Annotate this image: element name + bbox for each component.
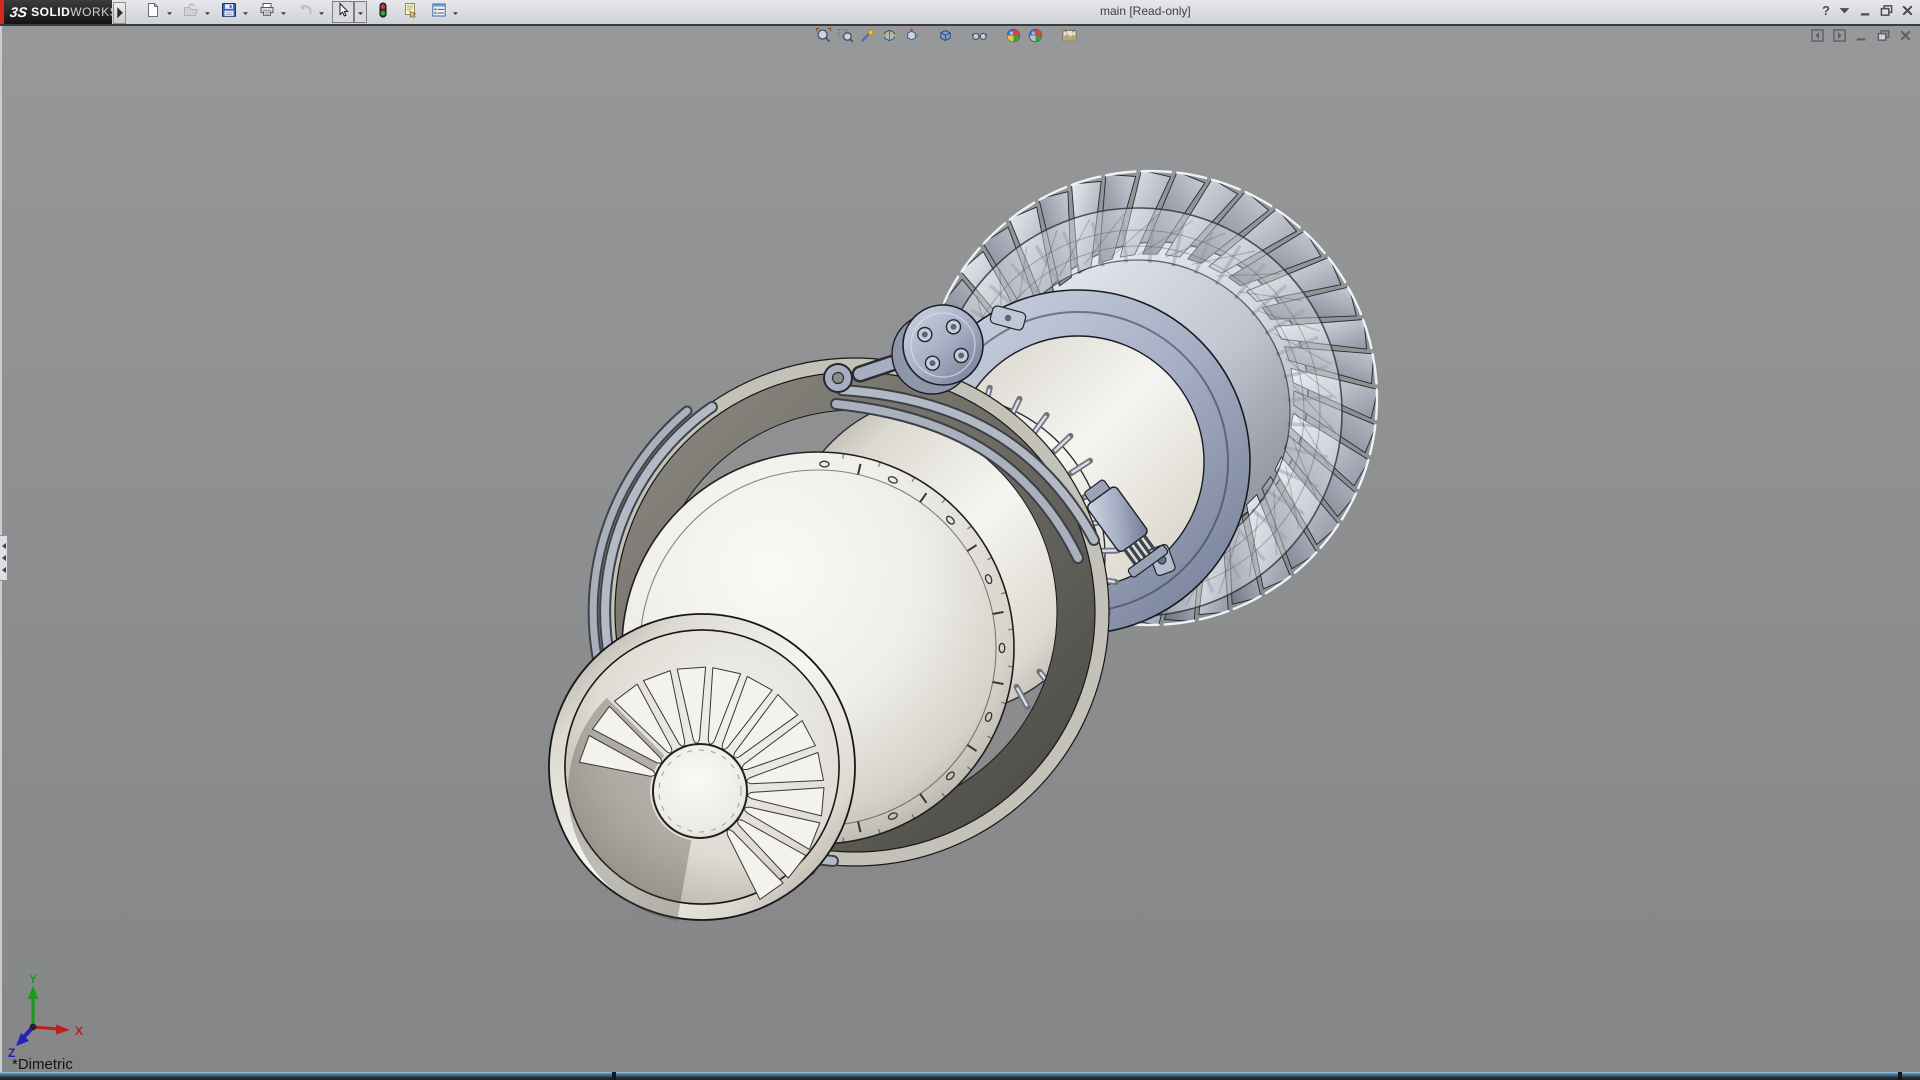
save-button[interactable]: [218, 1, 240, 23]
triad-y-label: Y: [29, 972, 37, 986]
edit-appearance-button[interactable]: [1002, 28, 1024, 48]
options-dropdown[interactable]: [450, 2, 461, 22]
print-button[interactable]: [256, 1, 278, 23]
file-properties-icon: [403, 2, 419, 23]
section-view-button[interactable]: [878, 28, 900, 48]
open-folder-dropdown[interactable]: [202, 2, 213, 22]
fuel-pump-flange: [824, 305, 983, 394]
traffic-light-button[interactable]: [372, 1, 394, 23]
view-settings-button[interactable]: [1058, 28, 1080, 48]
document-title: main [Read-only]: [1100, 4, 1191, 18]
title-bar: 3S SOLIDWORKS main [Read-only] ?: [0, 0, 1920, 26]
doc-prev-window-icon[interactable]: [1811, 29, 1824, 47]
restore-icon[interactable]: [1880, 4, 1893, 17]
titlebar-controls: ?: [1822, 3, 1914, 18]
edit-appearance-icon: [1005, 27, 1022, 49]
caret-down-icon: [280, 3, 287, 21]
collapse-arrow-icon: [2, 543, 6, 549]
options-icon: [431, 2, 447, 23]
document-window-controls: [1811, 29, 1912, 47]
caret-down-icon: [204, 3, 211, 21]
reference-triad: Y X Z: [8, 972, 83, 1060]
zoom-to-fit-button[interactable]: [812, 28, 834, 48]
hide-show-items-icon: [971, 27, 988, 49]
collapse-arrow-icon: [2, 555, 6, 561]
new-document-dropdown[interactable]: [164, 2, 175, 22]
zoom-to-fit-icon: [815, 27, 832, 49]
zoom-to-selection-button[interactable]: [856, 28, 878, 48]
select-cursor-dropdown[interactable]: [354, 1, 367, 23]
minimize-icon[interactable]: [1859, 4, 1872, 17]
brand-works: WORKS: [70, 5, 118, 19]
view-orientation-icon: [903, 27, 920, 49]
display-style-icon: [937, 27, 954, 49]
taskbar-segment[interactable]: [616, 1072, 1898, 1080]
select-cursor-button[interactable]: [332, 1, 354, 23]
save-icon: [221, 2, 237, 23]
caret-down-icon: [357, 3, 364, 21]
hide-show-items-button[interactable]: [968, 28, 990, 48]
section-view-icon: [881, 27, 898, 49]
headsup-view-toolbar: [812, 28, 1080, 48]
options-button[interactable]: [428, 1, 450, 23]
apply-scene-icon: [1027, 27, 1044, 49]
help-button[interactable]: ?: [1822, 3, 1830, 18]
triad-x-label: X: [75, 1024, 83, 1038]
view-orientation-button[interactable]: [900, 28, 922, 48]
caret-down-icon: [318, 3, 325, 21]
zoom-to-area-icon: [837, 27, 854, 49]
undo-button[interactable]: [294, 1, 316, 23]
close-icon[interactable]: [1901, 4, 1914, 17]
new-document-button[interactable]: [142, 1, 164, 23]
taskbar-segment[interactable]: [1902, 1072, 1920, 1080]
solidworks-logo: 3S SOLIDWORKS: [0, 0, 112, 24]
featuremanager-splitter-handle[interactable]: [0, 535, 8, 581]
center-hub: [653, 744, 747, 838]
caret-down-icon: [166, 3, 173, 21]
zoom-to-area-button[interactable]: [834, 28, 856, 48]
view-settings-icon: [1061, 27, 1078, 49]
print-dropdown[interactable]: [278, 2, 289, 22]
caret-down-icon: [452, 3, 459, 21]
caret-down-icon: [242, 3, 249, 21]
view-orientation-label: *Dimetric: [12, 1056, 73, 1073]
zoom-to-selection-icon: [859, 27, 876, 49]
collapse-arrow-icon: [2, 567, 6, 573]
brand-solid: SOLID: [31, 5, 70, 19]
doc-close-icon[interactable]: [1899, 29, 1912, 47]
jet-engine-model[interactable]: Y X Z: [0, 26, 1920, 1080]
undo-icon: [297, 2, 313, 23]
save-dropdown[interactable]: [240, 2, 251, 22]
taskbar-edge[interactable]: [0, 1072, 1920, 1080]
graphics-viewport[interactable]: Y X Z *Dimetric: [0, 26, 1920, 1080]
undo-dropdown[interactable]: [316, 2, 327, 22]
taskbar-segment[interactable]: [0, 1072, 612, 1080]
help-dropdown-icon[interactable]: [1838, 4, 1851, 17]
toolbar-flyout-arrow-icon[interactable]: [113, 2, 126, 24]
apply-scene-button[interactable]: [1024, 28, 1046, 48]
doc-minimize-icon[interactable]: [1855, 29, 1868, 47]
main-toolbar: [142, 2, 466, 22]
file-properties-button[interactable]: [400, 1, 422, 23]
dassault-3s-icon: 3S: [9, 4, 28, 20]
new-document-icon: [145, 2, 161, 23]
logo-red-strip: [0, 0, 4, 24]
open-folder-icon: [183, 2, 199, 23]
display-style-button[interactable]: [934, 28, 956, 48]
doc-restore-icon[interactable]: [1877, 29, 1890, 47]
open-folder-button[interactable]: [180, 1, 202, 23]
traffic-light-icon: [375, 2, 391, 23]
doc-next-window-icon[interactable]: [1833, 29, 1846, 47]
print-icon: [259, 2, 275, 23]
select-cursor-icon: [335, 2, 351, 23]
